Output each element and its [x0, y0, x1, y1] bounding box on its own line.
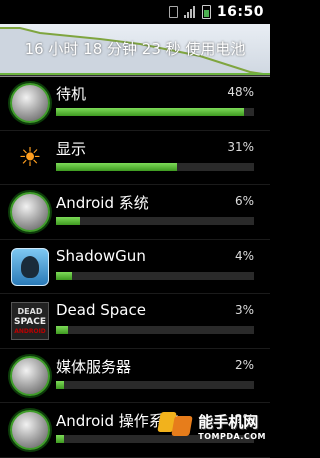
usage-bar-fill — [56, 108, 245, 116]
item-name: 待机 — [56, 85, 87, 103]
usage-bar-fill — [56, 271, 72, 280]
list-item-dead-space[interactable]: DEAD SPACE ANDROID Dead Space 3% — [0, 294, 270, 349]
battery-usage-duration: 16 小时 18 分钟 23 秒 使用电池 — [24, 40, 246, 58]
usage-bar-fill — [56, 380, 64, 389]
dead-space-app-icon: DEAD SPACE ANDROID — [10, 301, 50, 341]
clock: 16:50 — [216, 4, 264, 20]
item-name: Android 系统 — [56, 194, 149, 212]
item-name: ShadowGun — [56, 246, 146, 265]
usage-bar — [56, 326, 254, 334]
media-server-icon — [10, 355, 50, 396]
usage-bar — [56, 162, 254, 171]
battery-history-graph[interactable]: 16 小时 18 分钟 23 秒 使用电池 — [0, 24, 270, 77]
usage-bar — [56, 380, 254, 389]
android-system-icon — [10, 192, 50, 232]
usage-bar-fill — [56, 326, 68, 334]
usage-bar — [56, 271, 254, 280]
item-name: 显示 — [56, 139, 87, 158]
standby-signal-icon — [10, 83, 50, 123]
list-item-shadowgun[interactable]: ShadowGun 4% — [0, 240, 270, 294]
item-name: 媒体服务器 — [56, 357, 132, 376]
item-percent: 31% — [227, 139, 254, 154]
brightness-icon: ☀ — [18, 142, 42, 173]
usage-bar-fill — [56, 435, 64, 443]
watermark-logo-icon — [157, 408, 195, 444]
watermark-en-text: TOMPDA.COM — [198, 432, 266, 441]
watermark-cn-text: 能手机网 — [198, 413, 259, 431]
list-item-standby[interactable]: 待机 48% — [0, 76, 270, 131]
usage-bar-fill — [56, 217, 80, 225]
signal-icon — [183, 6, 196, 18]
battery-usage-list: 待机 48% ☀ 显示 31% Android 系统 6% ShadowGun … — [0, 76, 270, 458]
item-percent: 3% — [234, 303, 254, 317]
status-bar: 16:50 — [0, 0, 270, 24]
list-item-display[interactable]: ☀ 显示 31% — [0, 131, 270, 185]
item-percent: 6% — [234, 194, 254, 208]
item-name: Dead Space — [56, 301, 146, 319]
watermark: 能手机网 TOMPDA.COM — [157, 408, 266, 444]
battery-icon — [201, 5, 211, 19]
usage-bar — [56, 108, 254, 116]
list-item-android-system[interactable]: Android 系统 6% — [0, 185, 270, 240]
sim-card-icon — [168, 6, 178, 18]
item-percent: 48% — [227, 85, 254, 99]
list-item-media-server[interactable]: 媒体服务器 2% — [0, 349, 270, 403]
item-percent: 2% — [234, 357, 254, 372]
item-percent: 4% — [234, 248, 254, 263]
usage-bar — [56, 217, 254, 225]
usage-bar-fill — [56, 162, 177, 171]
shadowgun-app-icon — [10, 247, 50, 287]
android-os-icon — [10, 410, 50, 450]
